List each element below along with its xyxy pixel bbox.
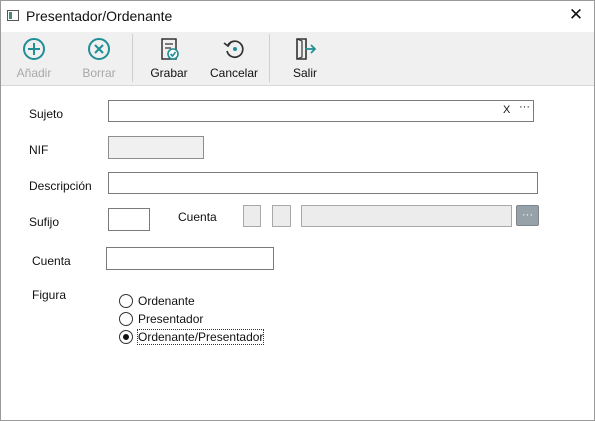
nif-input[interactable] xyxy=(108,136,204,159)
radio-ordenante[interactable] xyxy=(119,294,133,308)
clear-icon[interactable]: X xyxy=(503,104,510,116)
cuenta-input[interactable] xyxy=(106,247,274,270)
title-bar: Presentador/Ordenante ✕ xyxy=(1,1,594,31)
document-check-icon xyxy=(161,38,179,60)
plus-circle-icon xyxy=(23,38,45,60)
cuenta-banco-label: Cuenta xyxy=(178,210,217,224)
radio-presentador[interactable] xyxy=(119,312,133,326)
exit-button[interactable]: Salir xyxy=(282,36,328,82)
add-button[interactable]: Añadir xyxy=(9,36,59,82)
exit-door-icon xyxy=(296,38,317,60)
cuenta-part2-input[interactable] xyxy=(272,205,291,227)
exit-button-label: Salir xyxy=(292,66,317,80)
cancel-button-label: Cancelar xyxy=(209,66,259,80)
cuenta-label: Cuenta xyxy=(32,254,71,268)
delete-button[interactable]: Borrar xyxy=(74,36,124,82)
cuenta-lookup-button[interactable]: ··· xyxy=(516,205,539,226)
nif-label: NIF xyxy=(29,143,49,157)
form-area: Sujeto X ··· NIF Descripción Sufijo Cuen… xyxy=(1,86,594,420)
save-button[interactable]: Grabar xyxy=(144,36,194,82)
save-button-label: Grabar xyxy=(150,66,188,80)
app-icon xyxy=(7,10,19,21)
delete-button-label: Borrar xyxy=(82,66,116,80)
sujeto-label: Sujeto xyxy=(29,107,64,121)
sufijo-label: Sufijo xyxy=(29,215,60,229)
radio-ordenante-presentador[interactable] xyxy=(119,330,133,344)
descripcion-input[interactable] xyxy=(108,172,538,194)
undo-icon xyxy=(223,40,244,59)
add-button-label: Añadir xyxy=(16,66,52,80)
descripcion-label: Descripción xyxy=(29,179,92,193)
toolbar-separator xyxy=(269,34,270,82)
x-circle-icon xyxy=(88,38,110,60)
sujeto-input[interactable]: X ··· xyxy=(108,100,534,122)
cuenta-part3-input[interactable] xyxy=(301,205,512,227)
toolbar: Añadir Borrar Grabar Cancelar Salir xyxy=(1,32,594,86)
toolbar-separator xyxy=(132,34,133,82)
sufijo-input[interactable] xyxy=(108,208,150,231)
cuenta-part1-input[interactable] xyxy=(243,205,261,227)
more-icon[interactable]: ··· xyxy=(519,101,530,113)
radio-ordenante-presentador-label[interactable]: Ordenante/Presentador xyxy=(136,329,265,345)
close-icon[interactable]: ✕ xyxy=(567,6,585,24)
radio-ordenante-label[interactable]: Ordenante xyxy=(138,294,195,308)
figura-label: Figura xyxy=(32,288,67,302)
window-title: Presentador/Ordenante xyxy=(26,8,173,24)
cancel-button[interactable]: Cancelar xyxy=(206,36,262,82)
radio-presentador-label[interactable]: Presentador xyxy=(138,312,203,326)
dialog-window: Presentador/Ordenante ✕ Añadir Borrar Gr… xyxy=(0,0,595,421)
